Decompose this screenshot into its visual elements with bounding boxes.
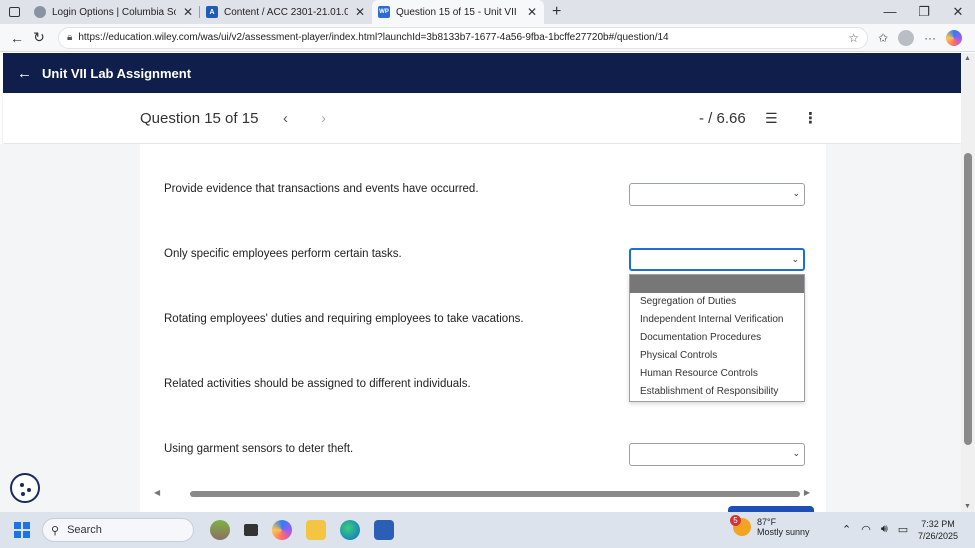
question-statement-2: Only specific employees perform certain … — [164, 248, 402, 260]
copilot-icon[interactable] — [946, 29, 963, 46]
browser-tab-content[interactable]: A Content / ACC 2301-21.01.01-18: ✕ — [200, 0, 372, 24]
course-logo-icon: A — [206, 6, 218, 18]
browser-tab-login[interactable]: Login Options | Columbia Southe ✕ — [28, 0, 200, 24]
profile-avatar-icon[interactable] — [898, 29, 915, 46]
word-icon[interactable] — [374, 520, 394, 540]
windows-taskbar: ⚲ Search 5 87°F Mostly sunny ⌃ ◠ 🔊︎ ▭ 7:… — [0, 512, 975, 548]
refresh-icon[interactable]: ↻ — [28, 29, 50, 46]
assignment-title: Unit VII Lab Assignment — [42, 65, 192, 81]
palm-tree-icon — [210, 520, 230, 540]
more-options-icon[interactable]: ··· — [924, 31, 936, 45]
task-view-icon[interactable] — [244, 524, 258, 536]
dropdown-option[interactable]: Establishment of Responsibility — [630, 383, 804, 401]
question-statement-4: Related activities should be assigned to… — [164, 378, 471, 390]
battery-icon[interactable]: ▭ — [898, 523, 908, 536]
question-score: - / 6.66 — [699, 109, 746, 127]
chevron-down-icon: ⌄ — [791, 254, 799, 264]
edge-browser-icon[interactable] — [340, 520, 360, 540]
favorites-icon[interactable]: ✩ — [878, 31, 888, 45]
system-tray: ⌃ ◠ 🔊︎ ▭ — [842, 523, 908, 536]
back-arrow-icon[interactable]: ← — [6, 30, 28, 46]
search-icon: ⚲ — [51, 524, 60, 537]
dropdown-option[interactable]: Physical Controls — [630, 347, 804, 365]
weather-temp: 87°F — [757, 517, 777, 527]
question-navigation-bar: Question 15 of 15 ‹ › - / 6.66 ☰ ⋮ — [3, 93, 961, 143]
close-icon[interactable]: ✕ — [354, 5, 366, 19]
close-icon[interactable]: ✕ — [526, 5, 538, 19]
browser-tab-question[interactable]: WP Question 15 of 15 - Unit VII Lab A ✕ — [372, 0, 544, 24]
address-bar-row: ← ↻ 🔒︎ https://education.wiley.com/was/u… — [0, 24, 975, 52]
url-text: https://education.wiley.com/was/ui/v2/as… — [78, 32, 669, 43]
weather-widget[interactable]: 5 87°F Mostly sunny — [730, 515, 810, 537]
scroll-down-icon[interactable]: ▼ — [964, 503, 971, 510]
taskbar-search[interactable]: ⚲ Search — [42, 518, 194, 542]
question-title: Question 15 of 15 — [140, 109, 259, 127]
close-window-icon[interactable]: ✕ — [941, 4, 975, 20]
cookie-settings-icon[interactable] — [10, 473, 40, 503]
scroll-up-icon[interactable]: ▲ — [964, 55, 971, 62]
previous-question-icon[interactable]: ‹ — [283, 110, 288, 127]
dropdown-option[interactable]: Documentation Procedures — [630, 329, 804, 347]
scroll-thumb[interactable] — [190, 491, 800, 497]
url-field[interactable]: 🔒︎ https://education.wiley.com/was/ui/v2… — [58, 26, 868, 49]
horizontal-scrollbar[interactable]: ◀ ▶ — [150, 488, 812, 500]
windows-start-icon[interactable] — [14, 522, 30, 538]
notification-badge: 5 — [730, 515, 741, 526]
close-icon[interactable]: ✕ — [182, 5, 194, 19]
file-explorer-icon[interactable] — [306, 520, 326, 540]
copilot-app-icon[interactable] — [272, 520, 292, 540]
scroll-left-icon[interactable]: ◀ — [154, 488, 160, 497]
restore-icon[interactable]: ❐ — [907, 4, 941, 20]
vertical-scrollbar[interactable]: ▲ ▼ — [961, 53, 975, 512]
more-vertical-icon[interactable]: ⋮ — [803, 109, 818, 127]
clock-time: 7:32 PM — [921, 519, 955, 529]
minimize-icon[interactable]: — — [873, 4, 907, 20]
wileyplus-logo-icon: WP — [378, 6, 390, 18]
browser-tab-strip: Login Options | Columbia Southe ✕ A Cont… — [0, 0, 975, 24]
scroll-right-icon[interactable]: ▶ — [804, 488, 810, 497]
next-question-icon[interactable]: › — [321, 110, 326, 127]
question-statement-1: Provide evidence that transactions and e… — [164, 183, 479, 195]
content-area — [0, 144, 961, 512]
tab-label: Content / ACC 2301-21.01.01-18: — [224, 6, 348, 18]
question-statement-5: Using garment sensors to deter theft. — [164, 443, 354, 455]
dropdown-option[interactable]: Independent Internal Verification — [630, 311, 804, 329]
site-info-icon[interactable]: 🔒︎ — [67, 32, 72, 43]
wifi-icon[interactable]: ◠ — [861, 523, 871, 536]
answer-select-1[interactable]: ⌄ — [629, 183, 805, 206]
answer-select-2[interactable]: ⌄ — [629, 248, 805, 271]
answer-select-5[interactable]: ⌄ — [629, 443, 805, 466]
dropdown-option[interactable]: Human Resource Controls — [630, 365, 804, 383]
chevron-up-icon[interactable]: ⌃ — [842, 523, 851, 536]
tab-label: Login Options | Columbia Southe — [52, 6, 176, 18]
browser-toolbar-right: ✩ ··· — [878, 29, 963, 46]
chevron-down-icon: ⌄ — [792, 448, 800, 458]
sun-icon: 5 — [730, 515, 751, 536]
app-header: ← Unit VII Lab Assignment — [3, 53, 961, 93]
tab-label: Question 15 of 15 - Unit VII Lab A — [396, 6, 520, 18]
question-list-icon[interactable]: ☰ — [765, 110, 778, 127]
dropdown-option-blank[interactable] — [630, 275, 804, 293]
weather-desc: Mostly sunny — [757, 527, 810, 537]
answer-dropdown-list: Segregation of Duties Independent Intern… — [629, 274, 805, 402]
search-label: Search — [67, 524, 102, 536]
back-arrow-icon[interactable]: ← — [17, 65, 32, 82]
taskbar-clock[interactable]: 7:32 PM 7/26/2025 — [918, 518, 958, 542]
taskbar-apps — [210, 520, 394, 540]
volume-icon[interactable]: 🔊︎ — [881, 523, 888, 536]
clock-date: 7/26/2025 — [918, 531, 959, 541]
window-controls: — ❐ ✕ — [873, 4, 975, 20]
scroll-thumb[interactable] — [964, 153, 972, 445]
question-statement-3: Rotating employees' duties and requiring… — [164, 313, 524, 325]
window-menu-icon[interactable] — [0, 0, 28, 24]
shield-icon — [34, 6, 46, 18]
new-tab-button[interactable]: + — [544, 3, 569, 21]
favorite-star-icon[interactable]: ☆ — [848, 31, 859, 45]
chevron-down-icon: ⌄ — [792, 188, 800, 198]
dropdown-option[interactable]: Segregation of Duties — [630, 293, 804, 311]
